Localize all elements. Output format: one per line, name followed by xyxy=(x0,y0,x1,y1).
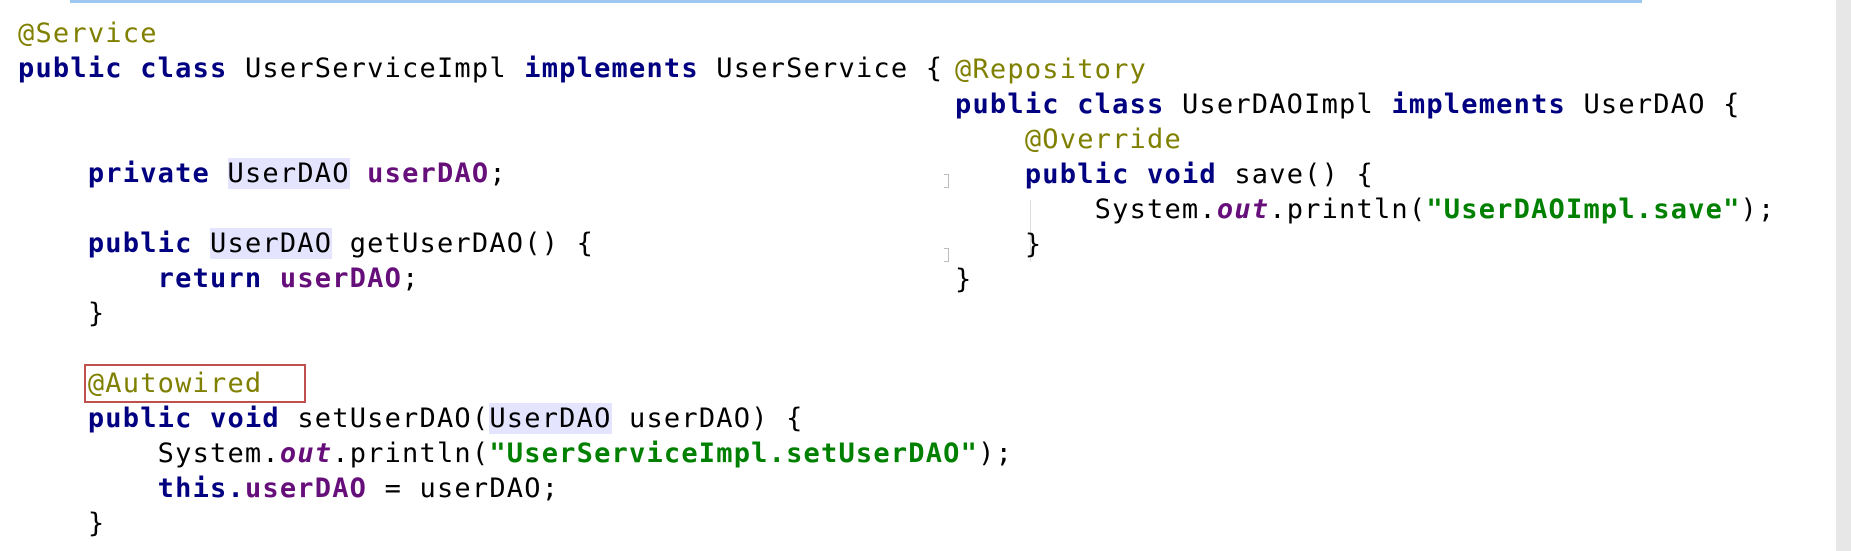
keyword-public: public xyxy=(1024,159,1130,190)
setter-close-brace: } xyxy=(87,508,106,539)
repository-interface-name: UserDAO xyxy=(1583,89,1706,120)
code-line-setter-println: System.out.println("UserServiceImpl.setU… xyxy=(18,436,1013,471)
editor-top-rule xyxy=(70,0,1642,3)
repository-class-name: UserDAOImpl xyxy=(1181,89,1374,120)
service-class-open-brace: { xyxy=(925,53,944,84)
keyword-class: class xyxy=(1077,89,1165,120)
code-line-repository-class-close: } xyxy=(955,262,1775,297)
code-line-setter-signature: public void setUserDAO(UserDAO userDAO) … xyxy=(18,401,1013,436)
getter-returned-field: userDAO xyxy=(279,263,403,294)
keyword-this: this. xyxy=(157,473,245,504)
code-line-getter-close: } xyxy=(18,296,1013,331)
code-line-service-annotation: @Service xyxy=(18,16,1013,51)
assignment-rest: = userDAO; xyxy=(367,473,560,504)
println-string-literal: "UserServiceImpl.setUserDAO" xyxy=(489,438,979,469)
getter-return-semicolon: ; xyxy=(402,263,420,294)
keyword-void: void xyxy=(210,403,280,434)
getter-signature: getUserDAO() { xyxy=(349,228,595,259)
println-call: .println( xyxy=(332,438,490,469)
code-line-getter-signature: public UserDAO getUserDAO() { xyxy=(18,226,1013,261)
autowired-annotation-highlight-box: @Autowired xyxy=(83,364,307,403)
code-line-field-declaration: private UserDAO userDAO; xyxy=(18,156,1013,191)
getter-return-type: UserDAO xyxy=(210,228,333,259)
fold-marker-icon xyxy=(944,174,949,188)
fold-gutter-markers xyxy=(944,168,952,268)
setter-param-type: UserDAO xyxy=(489,403,612,434)
println-call: .println( xyxy=(1269,194,1427,225)
assigned-field-userdao: userDAO xyxy=(244,473,368,504)
keyword-void: void xyxy=(1147,159,1217,190)
println-string-literal: "UserDAOImpl.save" xyxy=(1426,194,1741,225)
static-field-out: out xyxy=(1216,194,1270,225)
service-interface-name: UserService xyxy=(716,53,909,84)
keyword-private: private xyxy=(87,158,211,189)
getter-close-brace: } xyxy=(87,298,106,329)
keyword-public: public xyxy=(87,228,193,259)
user-dao-impl-code: @Repository public class UserDAOImpl impl… xyxy=(955,52,1775,297)
code-line-repository-annotation: @Repository xyxy=(955,52,1775,87)
keyword-public: public xyxy=(87,403,193,434)
setter-name: setUserDAO( xyxy=(297,403,490,434)
code-editor-panel: @Service public class UserServiceImpl imp… xyxy=(0,0,1836,551)
code-line-save-println: System.out.println("UserDAOImpl.save"); xyxy=(955,192,1775,227)
save-close-brace: } xyxy=(1024,229,1043,260)
service-class-name: UserServiceImpl xyxy=(244,53,507,84)
keyword-return: return xyxy=(157,263,263,294)
static-field-out: out xyxy=(279,438,333,469)
field-type-userdao: UserDAO xyxy=(227,158,350,189)
println-end: ); xyxy=(1740,194,1776,225)
code-line-autowired-annotation: @Autowired xyxy=(18,364,1013,403)
field-name-userdao: userDAO xyxy=(367,158,490,189)
override-annotation: @Override xyxy=(1024,124,1182,155)
keyword-class: class xyxy=(140,53,228,84)
code-line-override-annotation: @Override xyxy=(955,122,1775,157)
repository-class-open-brace: { xyxy=(1723,89,1741,120)
keyword-implements: implements xyxy=(1391,89,1566,120)
repository-annotation: @Repository xyxy=(955,54,1148,85)
code-line-service-class-declaration: public class UserServiceImpl implements … xyxy=(18,51,1013,86)
service-annotation: @Service xyxy=(18,18,158,49)
println-end: ); xyxy=(978,438,1014,469)
keyword-public: public xyxy=(18,53,123,84)
save-signature: save() { xyxy=(1234,159,1374,190)
user-service-impl-code: @Service public class UserServiceImpl imp… xyxy=(18,16,1013,541)
code-line-setter-close: } xyxy=(18,506,1013,541)
field-semicolon: ; xyxy=(489,158,507,189)
code-line-getter-return: return userDAO; xyxy=(18,261,1013,296)
code-line-setter-assignment: this.userDAO = userDAO; xyxy=(18,471,1013,506)
fold-marker-icon xyxy=(944,248,949,262)
println-prefix: System. xyxy=(1094,194,1217,225)
code-line-save-close: } xyxy=(955,227,1775,262)
setter-param-rest: userDAO) { xyxy=(611,403,804,434)
code-line-repository-class-declaration: public class UserDAOImpl implements User… xyxy=(955,87,1775,122)
repository-class-close-brace: } xyxy=(955,264,973,295)
keyword-public: public xyxy=(955,89,1060,120)
code-line-save-signature: public void save() { xyxy=(955,157,1775,192)
println-prefix: System. xyxy=(157,438,280,469)
keyword-implements: implements xyxy=(524,53,699,84)
